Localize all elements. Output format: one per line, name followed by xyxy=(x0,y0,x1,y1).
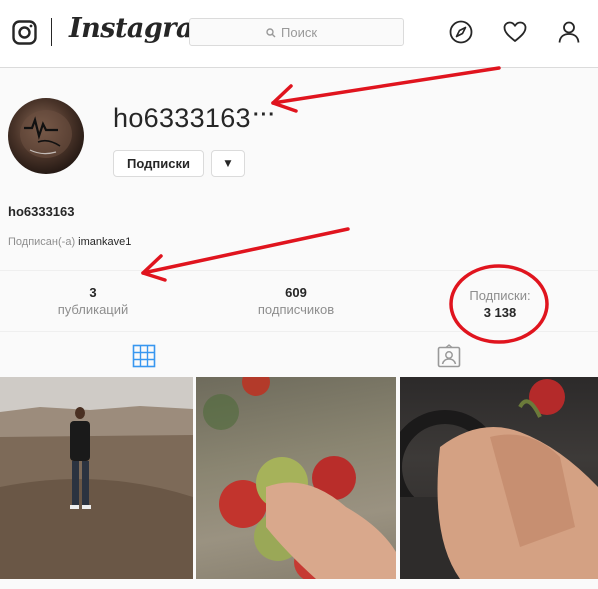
posts-count: 3 публикаций xyxy=(53,285,133,319)
profile-avatar[interactable] xyxy=(8,98,84,174)
profile-username: ho6333163 xyxy=(113,103,251,133)
posts-count-value: 3 xyxy=(89,285,97,300)
profile-stats: 3 публикаций 609 подписчиков Подписки: 3… xyxy=(0,270,598,332)
nav-divider xyxy=(51,18,52,46)
following-count[interactable]: Подписки: 3 138 xyxy=(458,288,542,322)
post-thumbnail[interactable] xyxy=(196,377,396,579)
followers-count[interactable]: 609 подписчиков xyxy=(246,285,346,319)
followed-by-line: Подписан(-а) imankave1 xyxy=(8,236,131,248)
profile-full-name: ho6333163 xyxy=(8,204,75,219)
post-image-pomegranates xyxy=(203,377,396,579)
following-button[interactable]: Подписки xyxy=(113,150,204,177)
search-input[interactable]: Поиск xyxy=(189,18,404,46)
profile-tabs xyxy=(0,333,598,377)
top-navigation-bar: Instagram Поиск xyxy=(0,0,598,68)
instagram-glyph-icon[interactable] xyxy=(12,20,37,45)
compass-icon[interactable] xyxy=(449,20,473,44)
followed-by-user-link[interactable]: imankave1 xyxy=(78,236,131,248)
search-icon xyxy=(266,27,276,37)
search-placeholder: Поиск xyxy=(281,25,318,40)
post-thumbnail[interactable] xyxy=(400,377,598,579)
post-image-man-hills xyxy=(0,377,193,579)
suggestions-dropdown-button[interactable]: ▼ xyxy=(211,150,245,177)
person-icon[interactable] xyxy=(557,20,581,44)
post-thumbnail[interactable] xyxy=(0,377,193,579)
more-options-button[interactable]: ··· xyxy=(253,104,276,127)
heart-icon[interactable] xyxy=(503,20,527,44)
tagged-icon[interactable] xyxy=(437,344,461,368)
posts-count-label: публикаций xyxy=(57,302,129,317)
followers-count-value: 609 xyxy=(285,285,307,300)
following-count-label: Подписки: xyxy=(469,288,531,303)
following-count-value: 3 138 xyxy=(483,305,517,320)
grid-icon[interactable] xyxy=(132,344,156,368)
followers-count-label: подписчиков xyxy=(257,302,335,317)
avatar-image xyxy=(20,110,72,158)
annotation-arrow-username xyxy=(271,66,501,113)
post-image-hands-steering xyxy=(400,379,598,579)
followed-by-prefix: Подписан(-а) xyxy=(8,236,76,248)
